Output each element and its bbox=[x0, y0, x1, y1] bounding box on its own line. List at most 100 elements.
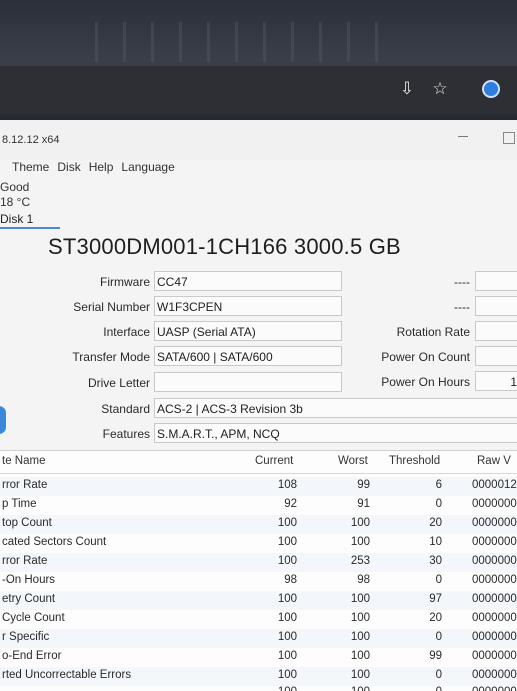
column-header-current[interactable]: Current bbox=[255, 455, 293, 467]
attribute-raw: 0000012 bbox=[472, 479, 517, 491]
maximize-button[interactable] bbox=[503, 132, 515, 144]
attribute-raw: 0000000 bbox=[472, 536, 517, 548]
attribute-name: rror Rate bbox=[2, 479, 48, 491]
power-on-count-field bbox=[475, 346, 517, 366]
right-info-field-2 bbox=[475, 296, 517, 316]
attribute-name: top Count bbox=[2, 517, 52, 529]
interface-field: UASP (Serial ATA) bbox=[154, 321, 342, 341]
column-header-worst[interactable]: Worst bbox=[338, 455, 368, 467]
transfer-mode-label: Transfer Mode bbox=[72, 350, 150, 364]
attribute-worst: 100 bbox=[350, 612, 370, 624]
menu-disk[interactable]: Disk bbox=[57, 160, 80, 174]
attribute-threshold: 6 bbox=[435, 479, 442, 491]
right-info-dash-2: ---- bbox=[454, 300, 470, 314]
side-indicator-icon bbox=[0, 406, 6, 434]
attribute-threshold: 20 bbox=[429, 612, 442, 624]
attribute-current: 100 bbox=[277, 669, 297, 681]
attribute-name: Cycle Count bbox=[2, 612, 65, 624]
table-row[interactable]: etry Count 100 100 97 0000000 bbox=[0, 591, 517, 610]
attribute-name: r Specific bbox=[2, 631, 50, 643]
attribute-raw: 0000000 bbox=[472, 669, 517, 681]
attribute-current: 100 bbox=[277, 536, 297, 548]
table-row[interactable]: -On Hours 98 98 0 0000000 bbox=[0, 572, 517, 591]
features-label: Features bbox=[102, 427, 150, 441]
table-row[interactable]: top Count 100 100 20 0000000 bbox=[0, 515, 517, 534]
attribute-threshold: 0 bbox=[435, 574, 442, 586]
attribute-threshold: 0 bbox=[435, 498, 442, 510]
menu-language[interactable]: Language bbox=[121, 160, 174, 174]
column-header-raw[interactable]: Raw V bbox=[477, 455, 511, 467]
attribute-threshold: 97 bbox=[429, 593, 442, 605]
bookmark-star-icon[interactable]: ☆ bbox=[431, 80, 449, 98]
window-title: 8.12.12 x64 bbox=[2, 134, 60, 146]
attribute-threshold: 10 bbox=[429, 536, 442, 548]
table-row[interactable]: r Specific 100 100 0 0000000 bbox=[0, 629, 517, 648]
attribute-worst: 99 bbox=[357, 479, 370, 491]
temperature-status: 18 °C bbox=[0, 195, 31, 209]
transfer-mode-field: SATA/600 | SATA/600 bbox=[154, 346, 342, 366]
power-on-hours-label: Power On Hours bbox=[381, 375, 470, 389]
attribute-raw: 0000000 bbox=[472, 574, 517, 586]
attribute-raw: 0000000 bbox=[472, 612, 517, 624]
attribute-threshold: 0 bbox=[435, 631, 442, 643]
attribute-current: 92 bbox=[284, 498, 297, 510]
attribute-raw: 0000000 bbox=[472, 686, 517, 691]
attribute-threshold: 99 bbox=[429, 650, 442, 662]
features-field: S.M.A.R.T., APM, NCQ bbox=[154, 423, 517, 443]
rotation-rate-label: Rotation Rate bbox=[396, 325, 470, 339]
table-row[interactable]: p Time 92 91 0 0000000 bbox=[0, 496, 517, 515]
smart-table: te Name Current Worst Threshold Raw V rr… bbox=[0, 450, 517, 691]
attribute-worst: 100 bbox=[350, 593, 370, 605]
column-header-name[interactable]: te Name bbox=[2, 455, 45, 467]
table-row[interactable]: cated Sectors Count 100 100 10 0000000 bbox=[0, 534, 517, 553]
table-row[interactable]: rror Rate 108 99 6 0000012 bbox=[0, 477, 517, 496]
disk-model-title: ST3000DM001-1CH166 3000.5 GB bbox=[48, 234, 401, 259]
table-row[interactable]: Cycle Count 100 100 20 0000000 bbox=[0, 610, 517, 629]
attribute-raw: 0000000 bbox=[472, 555, 517, 567]
app-window: 8.12.12 x64 Theme Disk Help Language Goo… bbox=[0, 120, 517, 691]
attribute-current: 100 bbox=[277, 593, 297, 605]
attribute-worst: 253 bbox=[350, 555, 370, 567]
serial-number-label: Serial Number bbox=[73, 300, 150, 314]
attribute-worst: 98 bbox=[357, 574, 370, 586]
install-app-icon[interactable]: ⇩ bbox=[398, 80, 416, 98]
background-decoration bbox=[95, 22, 395, 62]
attribute-worst: 100 bbox=[350, 517, 370, 529]
attribute-raw: 0000000 bbox=[472, 498, 517, 510]
attribute-worst: 100 bbox=[350, 650, 370, 662]
table-row[interactable]: rror Rate 100 253 30 0000000 bbox=[0, 553, 517, 572]
menu-theme[interactable]: Theme bbox=[12, 160, 49, 174]
attribute-raw: 0000000 bbox=[472, 517, 517, 529]
attribute-current: 98 bbox=[284, 574, 297, 586]
header-divider bbox=[0, 473, 517, 474]
health-status[interactable]: Good bbox=[0, 180, 30, 195]
attribute-current: 100 bbox=[277, 631, 297, 643]
minimize-button[interactable] bbox=[458, 136, 468, 137]
title-bar: 8.12.12 x64 bbox=[0, 120, 517, 160]
attribute-current: 100 bbox=[277, 555, 297, 567]
drive-letter-field bbox=[154, 372, 342, 392]
interface-label: Interface bbox=[103, 325, 150, 339]
standard-field: ACS-2 | ACS-3 Revision 3b bbox=[154, 398, 517, 418]
menu-help[interactable]: Help bbox=[89, 160, 114, 174]
attribute-worst: 100 bbox=[350, 536, 370, 548]
menu-bar: Theme Disk Help Language bbox=[12, 160, 175, 174]
column-header-threshold[interactable]: Threshold bbox=[389, 455, 440, 467]
attribute-threshold: 0 bbox=[400, 686, 442, 691]
attribute-worst: 100 bbox=[350, 631, 370, 643]
attribute-current: 100 bbox=[277, 517, 297, 529]
attribute-name: etry Count bbox=[2, 593, 56, 605]
right-info-field-1 bbox=[475, 271, 517, 291]
profile-icon[interactable] bbox=[482, 80, 500, 98]
attribute-name: cated Sectors Count bbox=[2, 536, 107, 548]
attribute-name: rror Rate bbox=[2, 555, 48, 567]
attribute-raw: 0000000 bbox=[472, 650, 517, 662]
tab-disk-1[interactable]: Disk 1 bbox=[0, 212, 60, 229]
table-row[interactable]: o-End Error 100 100 99 0000000 bbox=[0, 648, 517, 667]
drive-letter-label: Drive Letter bbox=[87, 376, 150, 390]
attribute-raw: 0000000 bbox=[472, 631, 517, 643]
attribute-worst: 100 bbox=[325, 686, 370, 691]
firmware-field: CC47 bbox=[154, 271, 342, 291]
attribute-current: 108 bbox=[277, 479, 297, 491]
attribute-threshold: 20 bbox=[429, 517, 442, 529]
